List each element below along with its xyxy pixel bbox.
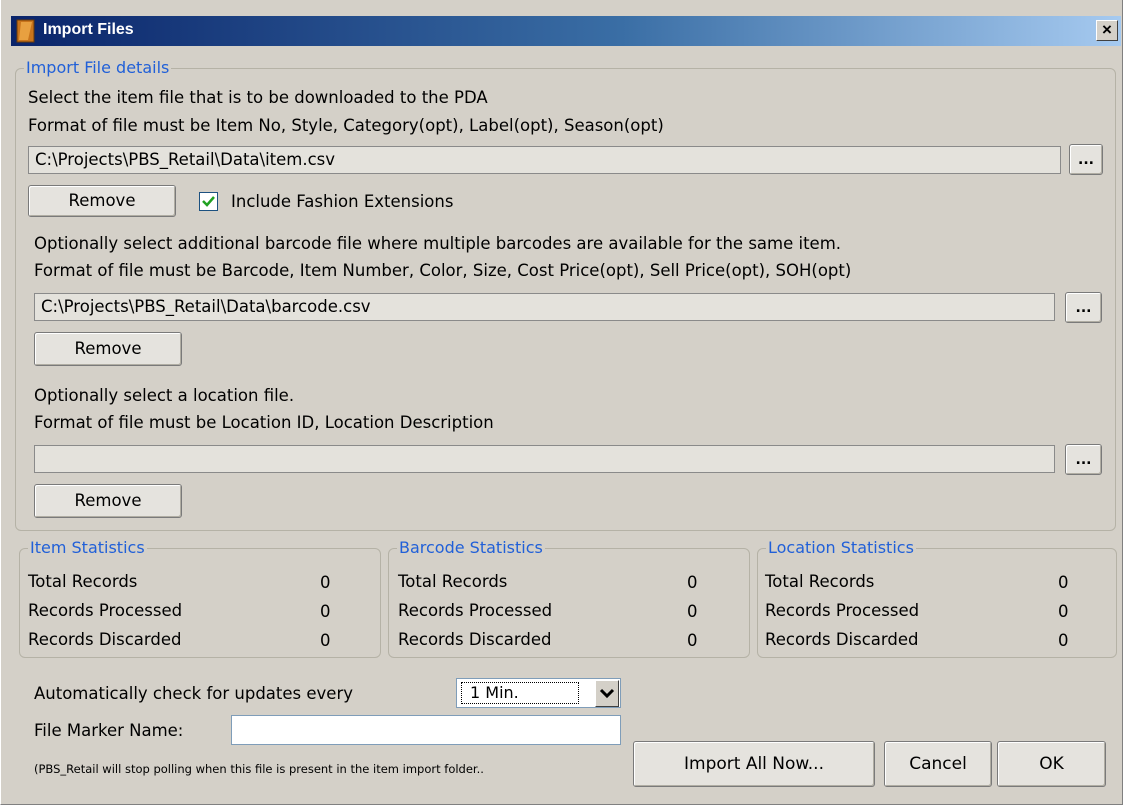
location-records-processed-label: Records Processed [765,601,920,620]
location-format: Format of file must be Location ID, Loca… [34,413,494,432]
barcode-records-processed-value: 0 [687,602,698,621]
item-file-path-input[interactable]: C:\Projects\PBS_Retail\Data\item.csv [28,146,1061,174]
barcode-instruction: Optionally select additional barcode fil… [34,234,842,253]
barcode-file-path-input[interactable]: C:\Projects\PBS_Retail\Data\barcode.csv [34,293,1055,321]
import-file-details-legend: Import File details [24,58,172,78]
item-instruction: Select the item file that is to be downl… [28,88,488,107]
checkmark-icon [202,196,215,207]
item-format: Format of file must be Item No, Style, C… [28,116,664,135]
include-fashion-checkbox[interactable] [199,192,218,211]
barcode-format: Format of file must be Barcode, Item Num… [34,261,852,280]
item-total-records-label: Total Records [28,572,138,591]
window-title: Import Files [43,21,134,38]
item-browse-button[interactable]: ... [1069,144,1103,175]
barcode-remove-button[interactable]: Remove [34,332,182,366]
file-marker-input[interactable] [231,715,621,745]
chevron-down-icon [599,688,615,699]
item-statistics-legend: Item Statistics [28,538,147,558]
location-total-records-value: 0 [1058,573,1069,592]
item-records-discarded-value: 0 [320,631,331,650]
barcode-records-processed-label: Records Processed [398,601,553,620]
file-marker-note: (PBS_Retail will stop polling when this … [34,762,484,776]
item-records-discarded-label: Records Discarded [28,630,182,649]
app-icon [16,19,35,43]
update-interval-value: 1 Min. [461,682,579,704]
location-total-records-label: Total Records [765,572,875,591]
barcode-statistics-legend: Barcode Statistics [397,538,545,558]
item-records-processed-value: 0 [320,602,331,621]
location-records-discarded-value: 0 [1058,631,1069,650]
barcode-records-discarded-label: Records Discarded [398,630,552,649]
title-bar[interactable]: Import Files × [11,16,1121,46]
item-records-processed-label: Records Processed [28,601,183,620]
item-remove-button[interactable]: Remove [28,185,176,217]
close-icon: × [1102,20,1112,39]
dropdown-arrow-button[interactable] [595,680,619,707]
file-marker-label: File Marker Name: [34,721,184,740]
location-remove-button[interactable]: Remove [34,484,182,518]
barcode-total-records-label: Total Records [398,572,508,591]
barcode-records-discarded-value: 0 [687,631,698,650]
barcode-browse-button[interactable]: ... [1065,292,1102,323]
location-browse-button[interactable]: ... [1065,444,1102,475]
location-instruction: Optionally select a location file. [34,386,295,405]
location-statistics-legend: Location Statistics [766,538,916,558]
update-interval-label: Automatically check for updates every [34,684,353,703]
location-records-discarded-label: Records Discarded [765,630,919,649]
item-total-records-value: 0 [320,573,331,592]
location-records-processed-value: 0 [1058,602,1069,621]
ok-button[interactable]: OK [997,741,1106,787]
include-fashion-label[interactable]: Include Fashion Extensions [231,192,453,212]
update-interval-select[interactable]: 1 Min. [456,678,621,708]
barcode-total-records-value: 0 [687,573,698,592]
import-all-now-button[interactable]: Import All Now... [633,741,875,787]
close-button[interactable]: × [1096,20,1118,41]
location-file-path-input[interactable] [34,445,1055,473]
import-files-dialog: Import Files × Import File details Selec… [0,0,1123,805]
cancel-button[interactable]: Cancel [884,741,992,787]
